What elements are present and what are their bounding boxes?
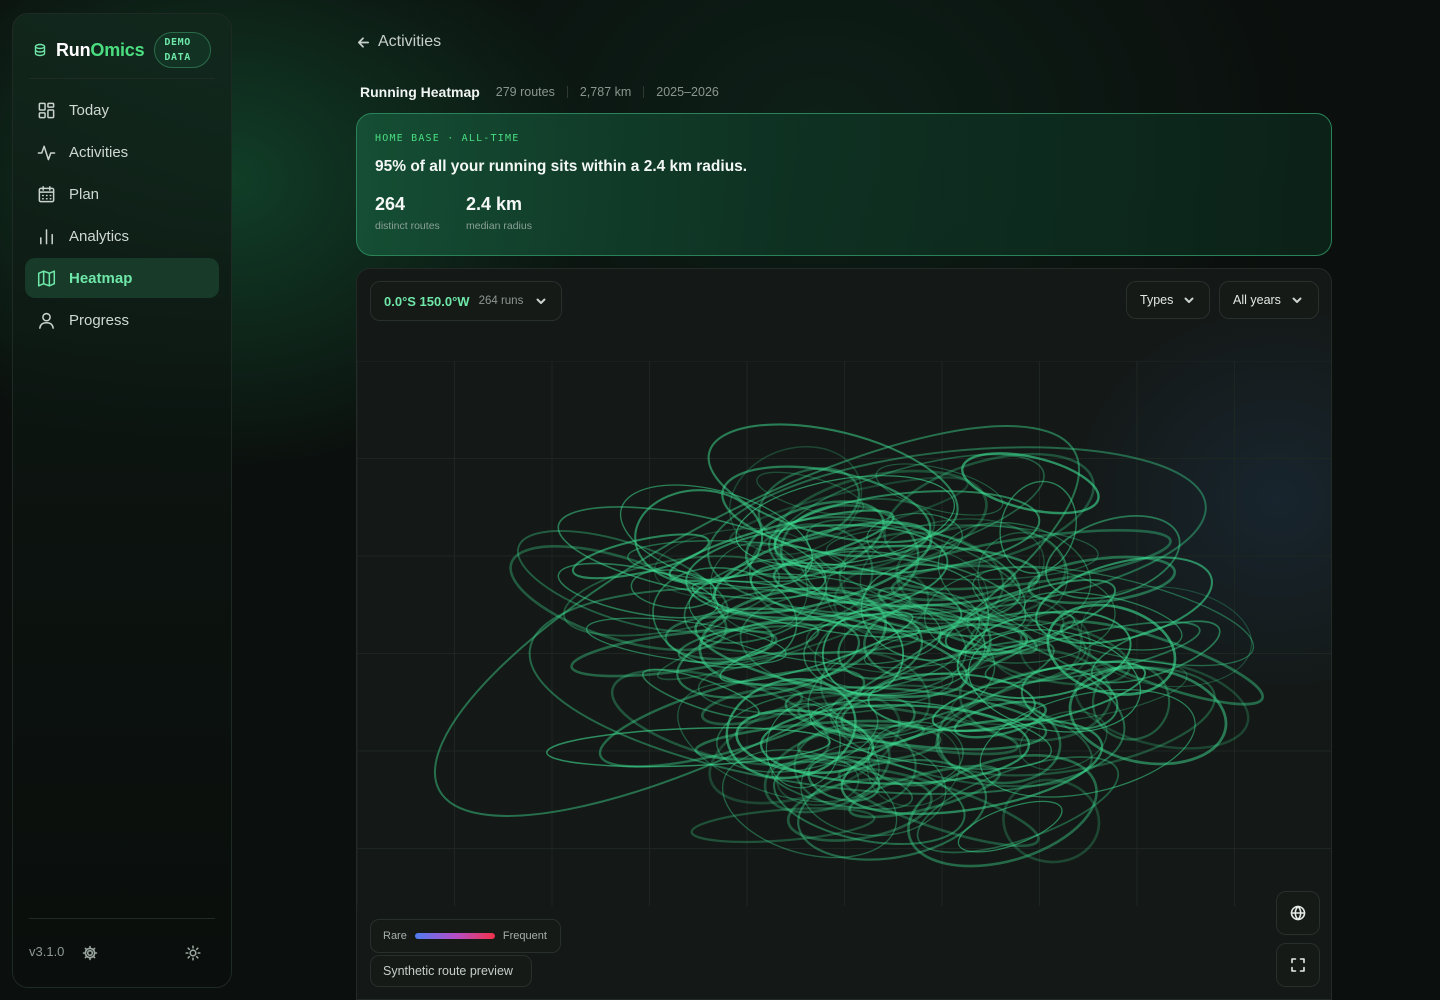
- bar-chart-icon: [40, 228, 53, 244]
- years-filter[interactable]: All years: [1219, 281, 1319, 319]
- sidebar-item-label: Heatmap: [69, 269, 133, 287]
- sidebar-item-plan[interactable]: Plan: [25, 174, 219, 214]
- sidebar-item-label: Activities: [69, 143, 129, 161]
- globe-view-button[interactable]: [1276, 891, 1320, 935]
- types-filter-label: Types: [1140, 293, 1174, 307]
- stat-value: 2.4 km: [466, 194, 523, 214]
- page-meta-row: Running Heatmap 279 routes 2,787 km 2025…: [360, 84, 719, 100]
- theme-toggle-button[interactable]: [185, 945, 201, 961]
- sidebar-item-analytics[interactable]: Analytics: [25, 216, 219, 256]
- globe-icon: [1290, 905, 1306, 921]
- arrow-left-icon: [357, 36, 370, 48]
- brand-name: RunOmics: [56, 39, 145, 60]
- types-filter[interactable]: Types: [1126, 281, 1210, 319]
- settings-button[interactable]: [82, 945, 98, 961]
- synthetic-preview-tag: Synthetic route preview: [370, 955, 532, 987]
- meta-divider: [566, 86, 568, 98]
- back-link-label: Activities: [378, 33, 442, 50]
- meta-divider: [643, 86, 645, 98]
- brand[interactable]: RunOmics DEMO DATA: [33, 28, 212, 72]
- map-icon: [37, 269, 56, 287]
- page-title: Running Heatmap: [360, 84, 480, 100]
- chevron-down-icon: [1292, 297, 1302, 303]
- stack-icon: [34, 43, 46, 57]
- user-icon: [39, 312, 54, 329]
- sidebar-item-label: Today: [69, 101, 110, 119]
- chevron-down-icon: [1184, 297, 1194, 303]
- activity-icon: [37, 145, 56, 160]
- location-runs-count: 264 runs: [478, 295, 524, 307]
- location-selector[interactable]: 0.0°S 150.0°W 264 runs: [370, 281, 562, 321]
- year-range: 2025–2026: [656, 85, 719, 99]
- sidebar: RunOmics DEMO DATA Today Activities Plan…: [12, 13, 232, 988]
- total-distance: 2,787 km: [579, 85, 632, 99]
- sidebar-item-today[interactable]: Today: [25, 90, 219, 130]
- stat-label: median radius: [466, 220, 532, 232]
- gear-icon: [82, 945, 98, 961]
- sidebar-item-label: Plan: [69, 185, 100, 203]
- sidebar-item-label: Progress: [69, 311, 130, 329]
- back-to-activities-link[interactable]: Activities: [356, 33, 441, 51]
- legend-rare-label: Rare: [383, 930, 407, 942]
- sidebar-item-activities[interactable]: Activities: [25, 132, 219, 172]
- location-coordinates: 0.0°S 150.0°W: [384, 293, 470, 309]
- version-label: v3.1.0: [29, 944, 65, 959]
- stat-distinct-routes: 264 distinct routes: [375, 194, 440, 232]
- stat-value: 264: [375, 194, 406, 214]
- sidebar-nav: Today Activities Plan Analytics Heatmap …: [25, 90, 219, 342]
- demo-data-badge: DEMO DATA: [154, 32, 212, 68]
- expand-icon: [1291, 958, 1305, 972]
- frequency-legend: Rare Frequent: [370, 919, 561, 953]
- calendar-icon: [38, 185, 55, 202]
- sun-icon: [185, 945, 201, 961]
- home-base-card: HOME BASE · ALL-TIME 95% of all your run…: [356, 113, 1332, 256]
- heatmap-panel: 0.0°S 150.0°W 264 runs Types All years R…: [356, 268, 1332, 1000]
- sidebar-item-progress[interactable]: Progress: [25, 300, 219, 340]
- route-line: [585, 617, 787, 666]
- route-line: [509, 544, 728, 652]
- stat-label: distinct routes: [375, 220, 440, 232]
- sidebar-item-heatmap[interactable]: Heatmap: [25, 258, 219, 298]
- grid-icon: [38, 102, 55, 118]
- routes-count: 279 routes: [495, 85, 555, 99]
- home-base-kicker: HOME BASE · ALL-TIME: [375, 133, 520, 144]
- sidebar-divider: [29, 78, 215, 79]
- fullscreen-button[interactable]: [1276, 943, 1320, 987]
- home-base-headline: 95% of all your running sits within a 2.…: [375, 158, 748, 175]
- chevron-down-icon: [536, 298, 546, 304]
- years-filter-label: All years: [1233, 293, 1281, 307]
- legend-frequent-label: Frequent: [502, 930, 547, 942]
- legend-gradient-bar: [414, 933, 495, 939]
- sidebar-footer-divider: [29, 918, 215, 919]
- stat-median-radius: 2.4 km median radius: [466, 194, 532, 232]
- sidebar-item-label: Analytics: [69, 227, 130, 245]
- heatmap-canvas[interactable]: [357, 361, 1332, 906]
